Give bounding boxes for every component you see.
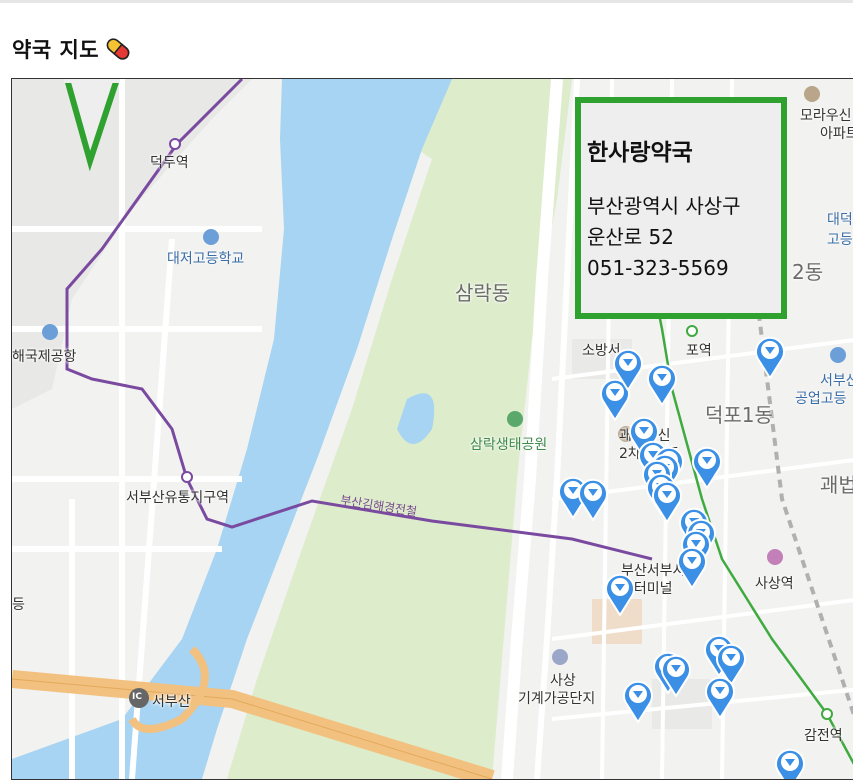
location-pin-icon[interactable] [622, 679, 654, 723]
location-pin-icon[interactable] [676, 545, 708, 589]
map-label-daedeok2: 고등 [827, 232, 853, 248]
popup-phone: 051-323-5569 [587, 256, 729, 280]
map-label-morae-apt: 모라우신 [800, 108, 852, 124]
map-label-samnak-dong: 삼락동 [455, 281, 511, 305]
map-label-daedeok: 대덕 [827, 212, 853, 228]
map-label-gimhae-airport: 해국제공항 [12, 349, 77, 365]
map-label-seobu-industrial: 서부산 [820, 373, 853, 389]
map-label-daejeo-highschool: 대저고등학교 [167, 251, 245, 267]
map-label-deokpo1dong: 덕포1동 [705, 403, 773, 427]
map-label-sasang: 사상 [550, 673, 576, 689]
map-label-morae-apt2: 아파트 [820, 126, 853, 142]
map-label-deokpo-station: 포역 [686, 343, 712, 359]
location-pin-icon[interactable] [646, 362, 678, 406]
map-label-gamjeon-station: 감전역 [804, 728, 843, 744]
pharmacy-info-popup[interactable]: 한사랑약국 부산광역시 사상구 운산로 52 051-323-5569 [575, 97, 787, 319]
page-title: 약국 지도 [12, 34, 133, 64]
location-pin-icon[interactable] [612, 347, 644, 391]
location-pin-icon[interactable] [691, 445, 723, 489]
pill-icon [103, 34, 133, 64]
popup-pharmacy-name: 한사랑약국 [587, 140, 693, 166]
map-label-dong2: 2동 [792, 260, 824, 284]
map-label-sasang-station: 사상역 [755, 576, 794, 592]
popup-address-line2: 운산로 52 [587, 225, 675, 249]
ic-badge: IC [132, 692, 142, 702]
map-label-seobu-industrial2: 공업고등 [795, 391, 847, 407]
map-label-left-edge: 등 [12, 597, 25, 613]
popup-tail [64, 79, 120, 172]
location-pin-icon[interactable] [660, 653, 692, 697]
page-title-text: 약국 지도 [12, 38, 100, 62]
location-pin-icon[interactable] [754, 335, 786, 379]
location-pin-icon[interactable] [577, 477, 609, 521]
pharmacy-map[interactable]: 덕두역 대저고등학교 해국제공항 서부산유통지구역 삼락동 삼락생태공원 부산김… [11, 78, 853, 780]
map-label-gwaebeop: 괘법 [820, 473, 853, 497]
map-label-samnak-park: 삼락생태공원 [470, 437, 548, 453]
location-pin-icon[interactable] [604, 572, 636, 616]
popup-address-line1: 부산광역시 사상구 [587, 194, 741, 218]
map-label-seobusan-ic: 서부산 [152, 694, 191, 710]
top-divider [0, 0, 853, 3]
map-label-seobusan-logistics: 서부산유통지구역 [126, 490, 230, 506]
map-label-machine-industrial: 기계가공단지 [518, 691, 596, 707]
location-pin-icon[interactable] [774, 747, 806, 779]
location-pin-icon[interactable] [704, 675, 736, 719]
